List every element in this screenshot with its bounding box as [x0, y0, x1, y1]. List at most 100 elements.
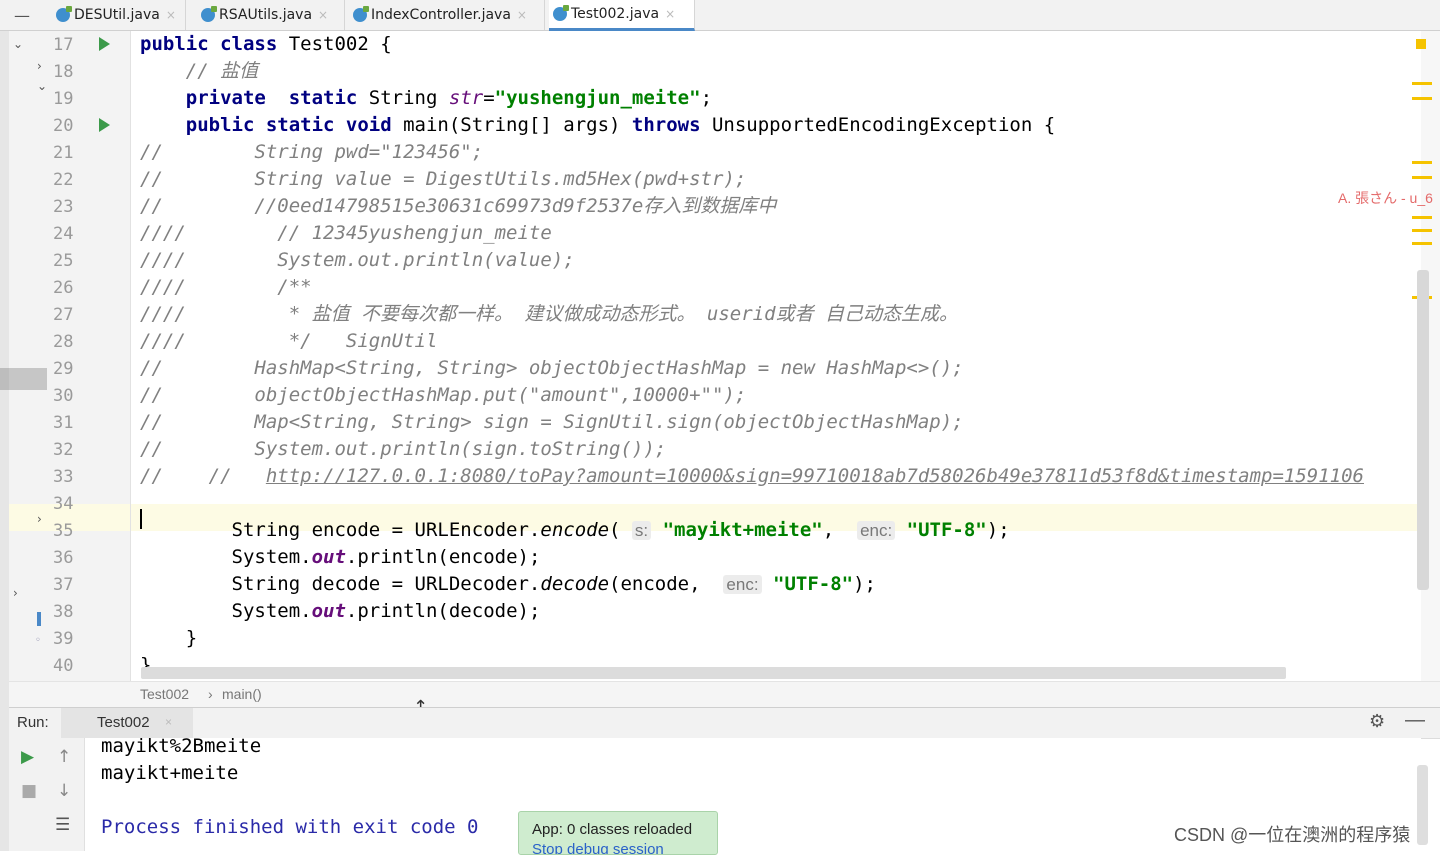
code-text: (encode, — [609, 573, 724, 595]
code-line-36: System.out.println(encode); — [140, 544, 541, 571]
editor-gutter[interactable]: ⌄ › ⌄ › › ◦ 17 18 19 20 21 22 23 24 25 2… — [9, 31, 144, 681]
code-line-23: // //0eed14798515e30631c69973d9f2537e存入到… — [140, 195, 777, 217]
code-text: String — [357, 87, 449, 109]
code-line-28: //// */ SignUtil — [140, 330, 438, 352]
console-line: mayikt+meite — [101, 762, 239, 784]
breakpoint-hint-icon: ◦ — [35, 635, 41, 646]
code-line-20: public static void main(String[] args) t… — [140, 112, 1055, 139]
warning-marker[interactable] — [1412, 242, 1432, 245]
code-line-24: //// // 12345yushengjun_meite — [140, 222, 552, 244]
chevron-down-icon[interactable]: ⌄ — [37, 79, 47, 93]
url-link[interactable]: http://127.0.0.1:8080/toPay?amount=10000… — [266, 465, 1364, 487]
tab-label: RSAUtils.java — [219, 7, 313, 23]
code-line-27: //// * 盐值 不要每次都一样。 建议做成动态形式。 userid或者 自己… — [140, 303, 958, 325]
soft-wrap-icon[interactable]: ☰ — [55, 815, 70, 835]
string-literal: "UTF-8" — [773, 573, 854, 595]
code-line-32: // System.out.println(sign.toString()); — [140, 438, 667, 460]
code-text: Test002 { — [277, 33, 392, 55]
code-line-18: // 盐值 — [140, 60, 259, 82]
keyword: public class — [140, 33, 278, 55]
run-tab-test002[interactable]: Test002 × — [61, 708, 193, 738]
line-number: 38 — [53, 602, 74, 622]
close-tab-icon[interactable]: × — [318, 8, 328, 22]
field-name: str — [448, 87, 484, 109]
code-line-37: String decode = URLDecoder.decode(encode… — [140, 571, 876, 598]
gear-icon[interactable]: ⚙ — [1369, 711, 1385, 732]
code-text: ; — [700, 87, 713, 109]
java-class-icon — [353, 6, 369, 22]
code-text: ( — [609, 519, 632, 541]
chevron-right-icon[interactable]: › — [37, 59, 42, 73]
chevron-right-icon[interactable]: › — [37, 512, 42, 526]
code-text: ); — [853, 573, 876, 595]
tab-desutil[interactable]: DESUtil.java × — [52, 0, 186, 30]
parameter-hint: enc: — [723, 575, 762, 594]
console-scrollbar[interactable] — [1417, 765, 1428, 845]
line-number: 35 — [53, 521, 74, 541]
up-arrow-icon[interactable]: ↑ — [57, 747, 71, 767]
code-line-33: // // http://127.0.0.1:8080/toPay?amount… — [140, 463, 1364, 490]
code-text: .println(encode); — [345, 546, 541, 568]
close-tab-icon[interactable]: × — [517, 8, 527, 22]
breadcrumb-class[interactable]: Test002 — [140, 686, 189, 702]
tab-rsautils[interactable]: RSAUtils.java × — [197, 0, 345, 30]
close-run-tab-icon[interactable]: × — [165, 715, 172, 729]
keyword: public static void — [185, 114, 392, 136]
line-number: 32 — [53, 440, 74, 460]
warning-marker[interactable] — [1412, 229, 1432, 232]
run-class-icon[interactable] — [99, 37, 110, 51]
line-number: 22 — [53, 170, 74, 190]
run-main-icon[interactable] — [99, 118, 110, 132]
code-text: , — [822, 519, 858, 541]
vertical-scrollbar[interactable] — [1417, 270, 1429, 590]
code-text: UnsupportedEncodingException { — [700, 114, 1056, 136]
parameter-hint: enc: — [857, 521, 896, 540]
line-number: 17 — [53, 35, 74, 55]
hide-icon[interactable]: — — [1405, 709, 1425, 732]
warning-marker[interactable] — [1412, 176, 1432, 179]
warning-marker[interactable] — [1412, 82, 1432, 85]
line-number: 23 — [53, 197, 74, 217]
line-number: 29 — [53, 359, 74, 379]
warning-marker[interactable] — [1412, 161, 1432, 164]
structure-marker-icon — [37, 612, 41, 626]
code-text: = — [483, 87, 495, 109]
close-tab-icon[interactable]: × — [166, 8, 176, 22]
stop-debug-link[interactable]: Stop debug session — [532, 841, 717, 854]
java-class-icon — [56, 6, 72, 22]
line-number: 26 — [53, 278, 74, 298]
line-number: 20 — [53, 116, 74, 136]
gutter-selection — [9, 368, 47, 390]
rerun-icon[interactable]: ▶ — [21, 747, 34, 767]
horizontal-scrollbar[interactable] — [141, 667, 1286, 679]
tab-indexcontroller[interactable]: IndexController.java × — [349, 0, 545, 30]
warning-status-icon[interactable] — [1416, 39, 1426, 49]
tab-label: IndexController.java — [371, 7, 511, 23]
string-literal: "mayikt+meite" — [662, 519, 823, 541]
stop-icon[interactable]: ■ — [21, 781, 37, 801]
keyword: throws — [631, 114, 701, 136]
string-literal: "UTF-8" — [906, 519, 987, 541]
line-number: 24 — [53, 224, 74, 244]
breadcrumb: Test002 › main() — [9, 681, 1440, 708]
close-tab-icon[interactable]: × — [665, 7, 675, 21]
line-number: 30 — [53, 386, 74, 406]
code-line-26: //// /** — [140, 276, 312, 298]
chevron-down-icon[interactable]: ⌄ — [13, 37, 23, 51]
warning-marker[interactable] — [1412, 216, 1432, 219]
down-arrow-icon[interactable]: ↓ — [57, 781, 71, 801]
breadcrumb-method[interactable]: main() — [222, 686, 262, 702]
java-class-icon — [201, 6, 217, 22]
chevron-right-icon[interactable]: › — [13, 586, 18, 600]
warning-marker[interactable] — [1412, 97, 1432, 100]
run-toolbar: ▶ ↑ ■ ↓ ☰ — [9, 738, 85, 851]
run-tab-label: Test002 — [97, 714, 150, 731]
code-editor[interactable]: public class Test002 { // 盐值 private sta… — [131, 31, 1421, 681]
hide-panel-icon[interactable]: — — [14, 6, 30, 25]
method-name: encode — [540, 519, 610, 541]
tab-test002[interactable]: Test002.java × — [549, 0, 695, 31]
